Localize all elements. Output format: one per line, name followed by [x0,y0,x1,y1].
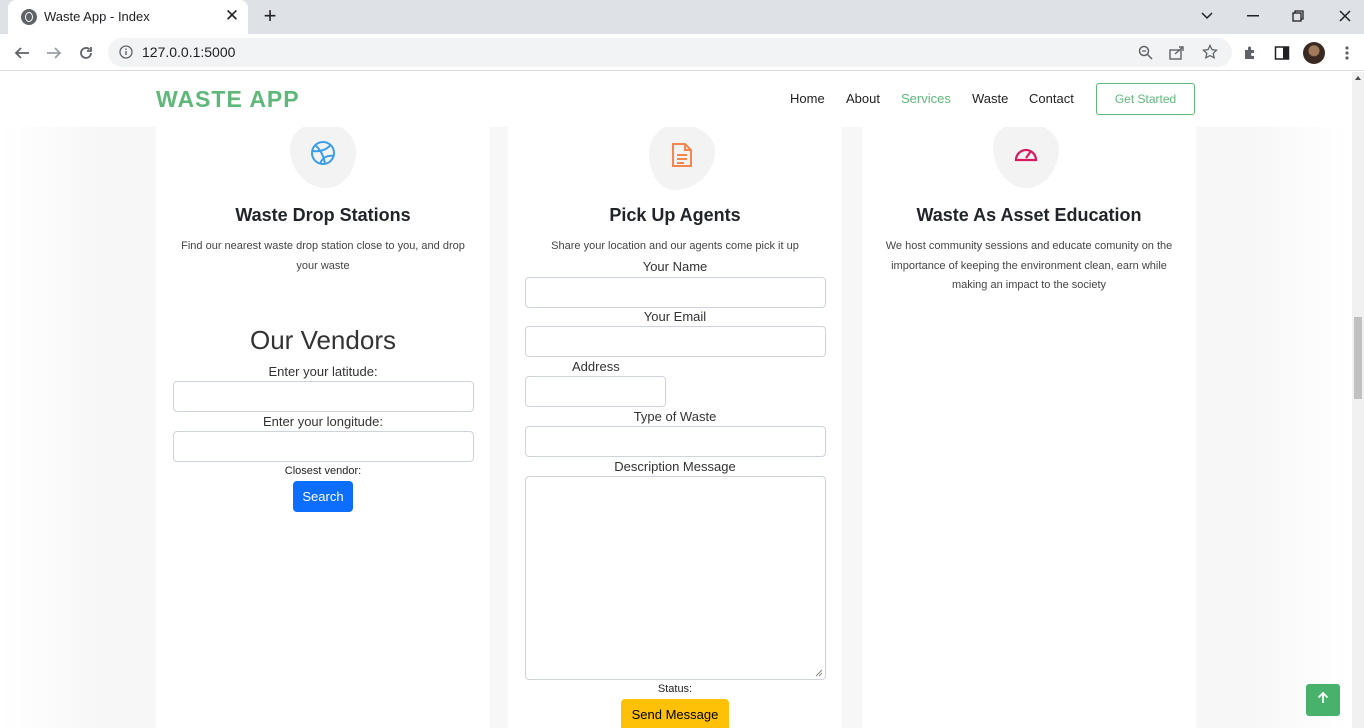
side-panel-icon[interactable] [1268,39,1296,67]
reload-icon[interactable] [72,39,100,67]
service-card-drop-stations: Waste Drop Stations Find our nearest was… [156,112,490,728]
minimize-icon[interactable] [1238,2,1268,30]
site-logo[interactable]: WASTE APP [156,86,300,113]
tab-title: Waste App - Index [44,9,150,24]
scroll-thumb[interactable] [1354,317,1362,399]
bookmark-star-icon[interactable] [1202,43,1218,65]
nav-about[interactable]: About [846,91,880,106]
icon-blob [649,124,715,190]
nav-home[interactable]: Home [790,91,825,106]
profile-avatar[interactable] [1303,42,1325,64]
speedometer-icon [1013,143,1039,168]
arrow-up-icon [1317,691,1329,709]
get-started-button[interactable]: Get Started [1096,83,1195,115]
address-bar[interactable]: 127.0.0.1:5000 [108,38,1232,67]
message-label: Description Message [614,459,736,474]
latitude-input[interactable] [173,381,474,412]
resize-handle-icon[interactable] [815,669,823,677]
message-textarea[interactable] [525,476,826,680]
share-icon[interactable] [1169,45,1185,65]
latitude-label: Enter your latitude: [268,364,378,379]
email-input[interactable] [525,326,826,357]
card-text: Share your location and our agents come … [551,240,799,252]
tab-close-icon[interactable]: ✕ [222,6,242,26]
site-header: WASTE APP Home About Services Waste Cont… [0,72,1352,127]
longitude-label: Enter your longitude: [263,414,383,429]
waste-type-input[interactable] [525,426,826,457]
scroll-up-arrow-icon[interactable] [1355,76,1361,80]
browser-toolbar: 127.0.0.1:5000 [0,34,1364,71]
waste-type-label: Type of Waste [633,409,717,424]
card-title: Pick Up Agents [609,205,741,225]
site-info-icon[interactable] [119,45,133,64]
icon-blob [290,122,356,188]
dribbble-icon [310,140,336,171]
card-text: We host community sessions and educate c… [885,240,1173,291]
send-message-button[interactable]: Send Message [621,699,729,728]
card-text: Find our nearest waste drop station clos… [181,240,465,272]
kebab-menu-icon[interactable] [1333,39,1361,67]
email-label: Your Email [643,309,707,324]
address-label: Address [572,359,620,374]
name-input[interactable] [525,277,826,308]
service-card-education: Waste As Asset Education We host communi… [862,112,1196,728]
nav-contact[interactable]: Contact [1029,91,1074,106]
vendors-title: Our Vendors [250,325,396,355]
url-text: 127.0.0.1:5000 [142,44,236,60]
closest-vendor-label: Closest vendor: [284,465,362,477]
document-icon [671,142,693,173]
browser-tabstrip: Waste App - Index ✕ + [0,0,1364,34]
nav-services[interactable]: Services [901,91,951,106]
globe-icon [21,9,37,25]
card-title: Waste As Asset Education [916,205,1142,225]
tab-search-chevron-icon[interactable] [1192,2,1222,30]
nav-waste[interactable]: Waste [972,91,1008,106]
longitude-input[interactable] [173,431,474,462]
window-close-icon[interactable] [1330,2,1360,30]
service-card-pickup-agents: Pick Up Agents Share your location and o… [508,112,842,728]
name-label: Your Name [642,259,708,274]
back-arrow-icon[interactable] [8,39,36,67]
extensions-icon[interactable] [1236,39,1264,67]
new-tab-icon[interactable]: + [258,4,282,28]
page-scrollbar[interactable] [1352,72,1364,728]
page-viewport: WASTE APP Home About Services Waste Cont… [0,72,1352,728]
forward-arrow-icon[interactable] [40,39,68,67]
browser-tab[interactable]: Waste App - Index ✕ [8,0,248,34]
search-button[interactable]: Search [293,481,353,512]
zoom-icon[interactable] [1138,45,1153,65]
card-title: Waste Drop Stations [235,205,411,225]
back-to-top-button[interactable] [1306,684,1340,716]
status-label: Status: [657,683,693,695]
restore-icon[interactable] [1283,2,1313,30]
address-input[interactable] [525,376,666,407]
icon-blob [993,122,1059,188]
